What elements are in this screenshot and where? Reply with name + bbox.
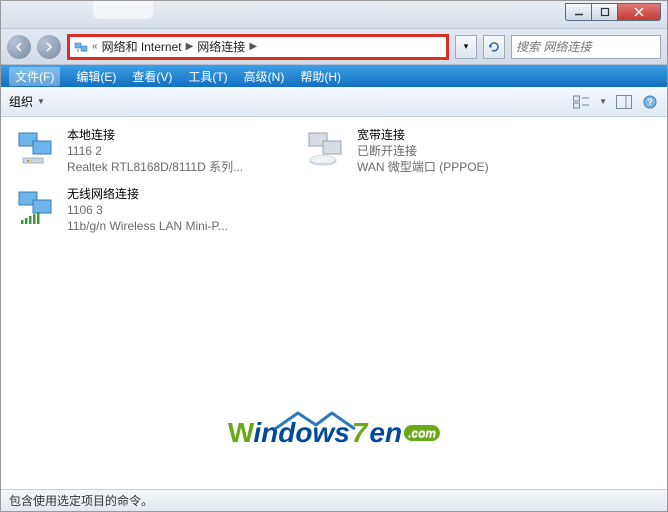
menu-tools[interactable]: 工具(T): [188, 68, 227, 85]
menu-view[interactable]: 查看(V): [132, 68, 172, 85]
maximize-button[interactable]: [591, 3, 617, 21]
window-controls: [565, 3, 661, 21]
search-input[interactable]: [512, 40, 660, 54]
dialup-off-icon: [305, 127, 349, 171]
watermark-w: W: [228, 417, 254, 449]
breadcrumb-item-1[interactable]: 网络和 Internet: [102, 38, 182, 55]
item-line3: 11b/g/n Wireless LAN Mini-P...: [67, 218, 228, 234]
watermark-logo: Windows7en.com: [228, 417, 440, 449]
breadcrumb-icon: [74, 39, 90, 55]
items-grid: 本地连接 1116 2 Realtek RTL8168D/8111D 系列...…: [15, 127, 653, 234]
minimize-button[interactable]: [565, 3, 591, 21]
connection-item-broadband[interactable]: 宽带连接 已断开连接 WAN 微型端口 (PPPOE): [305, 127, 555, 176]
menu-advanced[interactable]: 高级(N): [244, 68, 285, 85]
chevron-down-icon[interactable]: ▼: [599, 97, 607, 106]
svg-text:?: ?: [647, 97, 653, 107]
toolbar-left: 组织 ▼: [9, 93, 45, 110]
address-dropdown-button[interactable]: ▾: [455, 35, 477, 59]
content-area: 本地连接 1116 2 Realtek RTL8168D/8111D 系列...…: [1, 117, 667, 489]
statusbar-text: 包含使用选定项目的命令。: [9, 492, 153, 509]
connection-item-wifi[interactable]: 无线网络连接 1106 3 11b/g/n Wireless LAN Mini-…: [15, 186, 265, 235]
roof-icon: [270, 407, 360, 433]
close-button[interactable]: [617, 3, 661, 21]
item-line2: 已断开连接: [357, 143, 489, 159]
breadcrumb-overflow-icon[interactable]: «: [92, 41, 98, 52]
item-line3: WAN 微型端口 (PPPOE): [357, 159, 489, 175]
view-options-button[interactable]: [573, 93, 591, 111]
forward-button[interactable]: [37, 35, 61, 59]
wifi-icon: [15, 186, 59, 230]
window-titlebar: [1, 1, 667, 29]
chevron-right-icon: ▶: [186, 41, 194, 52]
item-line2: 1106 3: [67, 202, 228, 218]
item-line3: Realtek RTL8168D/8111D 系列...: [67, 159, 243, 175]
item-title: 宽带连接: [357, 127, 489, 143]
statusbar: 包含使用选定项目的命令。: [1, 489, 667, 511]
item-line2: 1116 2: [67, 143, 243, 159]
item-title: 无线网络连接: [67, 186, 228, 202]
chevron-right-icon: ▶: [249, 41, 257, 52]
watermark-com: .com: [404, 425, 440, 441]
breadcrumb[interactable]: « 网络和 Internet ▶ 网络连接 ▶: [67, 34, 449, 60]
menubar: 文件(F) 编辑(E) 查看(V) 工具(T) 高级(N) 帮助(H): [1, 65, 667, 87]
lan-icon: [15, 127, 59, 171]
titlebar-decor: [93, 1, 153, 19]
chevron-down-icon[interactable]: ▼: [37, 97, 45, 106]
menu-help[interactable]: 帮助(H): [300, 68, 341, 85]
toolbar: 组织 ▼ ▼ ?: [1, 87, 667, 117]
back-button[interactable]: [7, 35, 31, 59]
search-box[interactable]: [511, 35, 661, 59]
organize-button[interactable]: 组织: [9, 93, 33, 110]
toolbar-right: ▼ ?: [573, 93, 659, 111]
connection-item-lan[interactable]: 本地连接 1116 2 Realtek RTL8168D/8111D 系列...: [15, 127, 265, 176]
item-title: 本地连接: [67, 127, 243, 143]
help-button[interactable]: ?: [641, 93, 659, 111]
menu-file[interactable]: 文件(F): [9, 67, 60, 86]
navigation-row: « 网络和 Internet ▶ 网络连接 ▶ ▾: [1, 29, 667, 65]
refresh-button[interactable]: [483, 35, 505, 59]
menu-edit[interactable]: 编辑(E): [76, 68, 116, 85]
watermark-en: en: [369, 417, 402, 449]
breadcrumb-item-2[interactable]: 网络连接: [197, 38, 245, 55]
preview-pane-button[interactable]: [615, 93, 633, 111]
